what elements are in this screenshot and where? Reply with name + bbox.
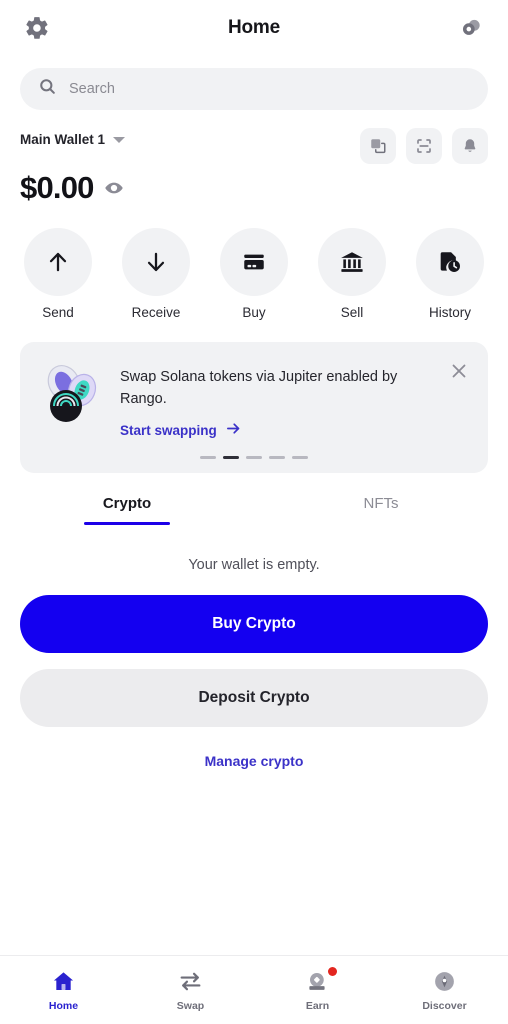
coins-icon[interactable] [456,13,486,43]
deposit-crypto-button[interactable]: Deposit Crypto [20,669,488,728]
bank-icon [318,228,386,296]
nav-label: Discover [422,999,467,1012]
tab-label: NFTs [363,495,399,513]
action-buy[interactable]: Buy [218,228,290,320]
pagination-dot[interactable] [292,455,308,460]
arrow-right-icon [225,420,242,442]
promo-pagination [40,455,468,460]
compass-icon [432,969,457,995]
document-clock-icon [416,228,484,296]
earn-badge [328,966,337,976]
buy-crypto-button[interactable]: Buy Crypto [20,595,488,654]
wallet-summary: Main Wallet 1 $0.00 [0,110,508,206]
arrow-down-icon [122,228,190,296]
nav-item-earn[interactable]: Earn [254,966,381,1012]
nav-label: Earn [305,999,330,1012]
tab-active-indicator [84,521,170,526]
eye-icon[interactable] [104,178,124,198]
nav-label: Home [48,999,79,1012]
swap-arrows-icon [178,969,203,995]
wallet-name: Main Wallet 1 [20,132,106,147]
cta-section: Buy Crypto Deposit Crypto Manage crypto [0,573,508,769]
search-icon [38,77,57,101]
nav-item-discover[interactable]: Discover [381,969,508,1012]
action-sell[interactable]: Sell [316,228,388,320]
pagination-dot[interactable] [200,455,216,460]
credit-card-icon [220,228,288,296]
wallet-balance: $0.00 [20,170,94,205]
action-send[interactable]: Send [22,228,94,320]
wallet-selector[interactable]: Main Wallet 1 [20,128,126,147]
search-input[interactable] [69,81,470,97]
search-section [0,56,508,110]
close-icon[interactable] [448,360,470,382]
action-label: History [428,305,471,320]
action-label: Receive [131,305,181,320]
pagination-dot[interactable] [246,455,262,460]
action-label: Sell [340,305,364,320]
page-title: Home [228,17,280,38]
arrow-up-icon [24,228,92,296]
empty-wallet-message: Your wallet is empty. [188,557,320,574]
tab-nfts[interactable]: NFTs [254,495,508,525]
wallet-tools [360,128,488,164]
app-header: Home [0,0,508,56]
gear-icon[interactable] [22,13,52,43]
promo-section: Swap Solana tokens via Jupiter enabled b… [0,320,508,474]
tab-crypto[interactable]: Crypto [0,495,254,526]
action-label: Buy [242,305,266,320]
swap-discs-illustration [40,364,102,426]
manage-crypto-link[interactable]: Manage crypto [20,753,488,769]
earn-gem-icon [305,966,337,995]
copy-address-button[interactable] [360,128,396,164]
action-receive[interactable]: Receive [120,228,192,320]
tab-label: Crypto [102,495,152,513]
promo-card[interactable]: Swap Solana tokens via Jupiter enabled b… [20,342,488,474]
nav-item-home[interactable]: Home [0,969,127,1012]
action-history[interactable]: History [414,228,486,320]
chevron-down-icon [113,136,126,143]
notifications-button[interactable] [452,128,488,164]
pagination-dot[interactable] [269,455,285,460]
quick-actions: Send Receive Buy Sell History [0,206,508,320]
scan-qr-button[interactable] [406,128,442,164]
action-label: Send [42,305,74,320]
bottom-navigation: Home Swap Earn Discover [0,955,508,1024]
home-icon [51,969,76,995]
promo-title: Swap Solana tokens via Jupiter enabled b… [120,369,398,408]
start-swapping-link[interactable]: Start swapping [120,420,242,442]
asset-tabs: Crypto NFTs [0,495,508,526]
nav-item-swap[interactable]: Swap [127,969,254,1012]
search-bar[interactable] [20,68,488,110]
pagination-dot-active[interactable] [223,455,239,460]
nav-label: Swap [176,999,205,1012]
promo-link-label: Start swapping [120,423,217,439]
